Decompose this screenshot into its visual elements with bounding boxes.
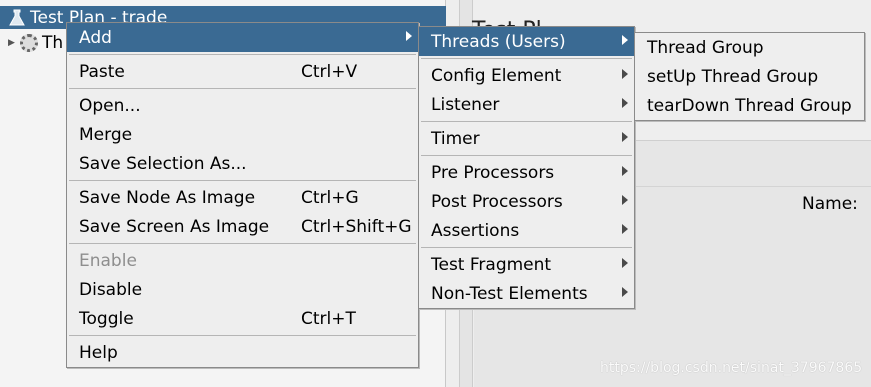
menu-item-label: Timer (431, 128, 480, 149)
menu-item-label: Paste (79, 61, 125, 82)
menu-item-post-processors[interactable]: Post Processors (419, 187, 634, 216)
menu-item-label: Threads (Users) (431, 31, 566, 52)
gear-icon (20, 33, 38, 52)
menu-item-label: Non-Test Elements (431, 283, 588, 304)
menu-item-label: Help (79, 342, 118, 363)
menu-item-assertions[interactable]: Assertions (419, 216, 634, 245)
menu-item-label: Open... (79, 95, 141, 116)
menu-item-config-element[interactable]: Config Element (419, 61, 634, 90)
menu-item-save-screen-as-image[interactable]: Save Screen As Image Ctrl+Shift+G (67, 212, 418, 241)
submenu-arrow-icon (622, 287, 628, 297)
menu-item-label: Test Fragment (431, 254, 552, 275)
menu-item-help[interactable]: Help (67, 338, 418, 367)
menu-item-merge[interactable]: Merge (67, 120, 418, 149)
threads-submenu: Thread Group setUp Thread Group tearDown… (634, 32, 865, 121)
expand-arrow-icon[interactable]: ▶ (8, 38, 20, 48)
menu-item-pre-processors[interactable]: Pre Processors (419, 158, 634, 187)
flask-icon (9, 9, 25, 25)
menu-item-disable[interactable]: Disable (67, 275, 418, 304)
menu-item-paste[interactable]: Paste Ctrl+V (67, 57, 418, 86)
menu-item-teardown-thread-group[interactable]: tearDown Thread Group (635, 91, 864, 120)
menu-item-label: tearDown Thread Group (647, 95, 852, 116)
menu-item-label: Save Screen As Image (79, 216, 270, 237)
menu-item-label: Assertions (431, 220, 520, 241)
menu-item-label: Toggle (79, 308, 134, 329)
submenu-arrow-icon (622, 258, 628, 268)
submenu-arrow-icon (622, 224, 628, 234)
context-menu: Add Paste Ctrl+V Open... Merge Save Sele… (66, 22, 419, 368)
menu-item-non-test-elements[interactable]: Non-Test Elements (419, 279, 634, 308)
submenu-arrow-icon (406, 31, 412, 41)
menu-shortcut: Ctrl+V (301, 61, 358, 82)
menu-item-label: Disable (79, 279, 143, 300)
menu-item-listener[interactable]: Listener (419, 90, 634, 119)
menu-item-enable: Enable (67, 246, 418, 275)
menu-item-label: Save Node As Image (79, 187, 256, 208)
add-submenu: Threads (Users) Config Element Listener … (418, 26, 635, 309)
menu-item-add[interactable]: Add (67, 23, 418, 52)
menu-item-label: Add (79, 27, 112, 48)
menu-item-test-fragment[interactable]: Test Fragment (419, 250, 634, 279)
menu-item-threads-users[interactable]: Threads (Users) (419, 27, 634, 56)
menu-item-timer[interactable]: Timer (419, 124, 634, 153)
menu-shortcut: Ctrl+G (301, 187, 359, 208)
menu-item-label: setUp Thread Group (647, 66, 819, 87)
watermark: https://blog.csdn.net/sinat_37967865 (600, 360, 863, 376)
submenu-arrow-icon (622, 35, 628, 45)
menu-item-setup-thread-group[interactable]: setUp Thread Group (635, 62, 864, 91)
menu-item-label: Enable (79, 250, 137, 271)
menu-item-label: Pre Processors (431, 162, 555, 183)
submenu-arrow-icon (622, 195, 628, 205)
tree-node-thread[interactable]: ▶ Th (0, 31, 63, 54)
submenu-arrow-icon (622, 69, 628, 79)
menu-item-label: Merge (79, 124, 133, 145)
submenu-arrow-icon (622, 98, 628, 108)
menu-item-label: Thread Group (647, 37, 764, 58)
name-label: Name: (802, 194, 858, 214)
menu-item-label: Listener (431, 94, 500, 115)
menu-item-save-selection-as[interactable]: Save Selection As... (67, 149, 418, 178)
menu-item-thread-group[interactable]: Thread Group (635, 33, 864, 62)
menu-item-label: Post Processors (431, 191, 563, 212)
menu-item-label: Config Element (431, 65, 562, 86)
tree-node-label: Th (42, 32, 64, 53)
menu-item-toggle[interactable]: Toggle Ctrl+T (67, 304, 418, 333)
menu-item-save-node-as-image[interactable]: Save Node As Image Ctrl+G (67, 183, 418, 212)
submenu-arrow-icon (622, 132, 628, 142)
menu-item-open[interactable]: Open... (67, 91, 418, 120)
menu-shortcut: Ctrl+Shift+G (301, 216, 412, 237)
menu-shortcut: Ctrl+T (301, 308, 356, 329)
submenu-arrow-icon (622, 166, 628, 176)
menu-item-label: Save Selection As... (79, 153, 247, 174)
